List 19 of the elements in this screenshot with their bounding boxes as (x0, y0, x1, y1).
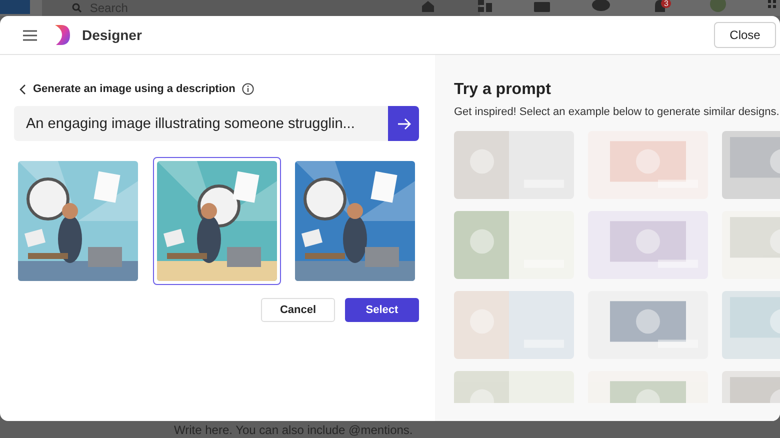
back-chevron-icon[interactable] (19, 84, 26, 94)
info-icon[interactable] (242, 83, 254, 95)
section-heading: Generate an image using a description (33, 83, 236, 95)
panel-subtitle: Get inspired! Select an example below to generate similar designs. (454, 106, 780, 118)
arrow-right-icon (396, 118, 410, 130)
cancel-button[interactable]: Cancel (261, 298, 335, 322)
panel-title: Try a prompt (454, 81, 552, 99)
generate-button[interactable] (388, 106, 419, 141)
composer-field[interactable]: Write here. You can also include @mentions. (174, 422, 434, 436)
search-icon (72, 3, 82, 13)
notification-badge: 3 (661, 0, 672, 8)
home-icon[interactable] (420, 0, 436, 12)
prompt-field[interactable]: An engaging image illustrating someone strugglin... (14, 106, 388, 141)
close-button[interactable]: Close (714, 22, 776, 48)
dialog-title: Designer (82, 27, 142, 43)
avatar-icon[interactable] (710, 0, 726, 12)
designer-logo-icon (53, 24, 71, 46)
select-button[interactable]: Select (345, 298, 419, 322)
menu-icon[interactable] (23, 30, 37, 40)
